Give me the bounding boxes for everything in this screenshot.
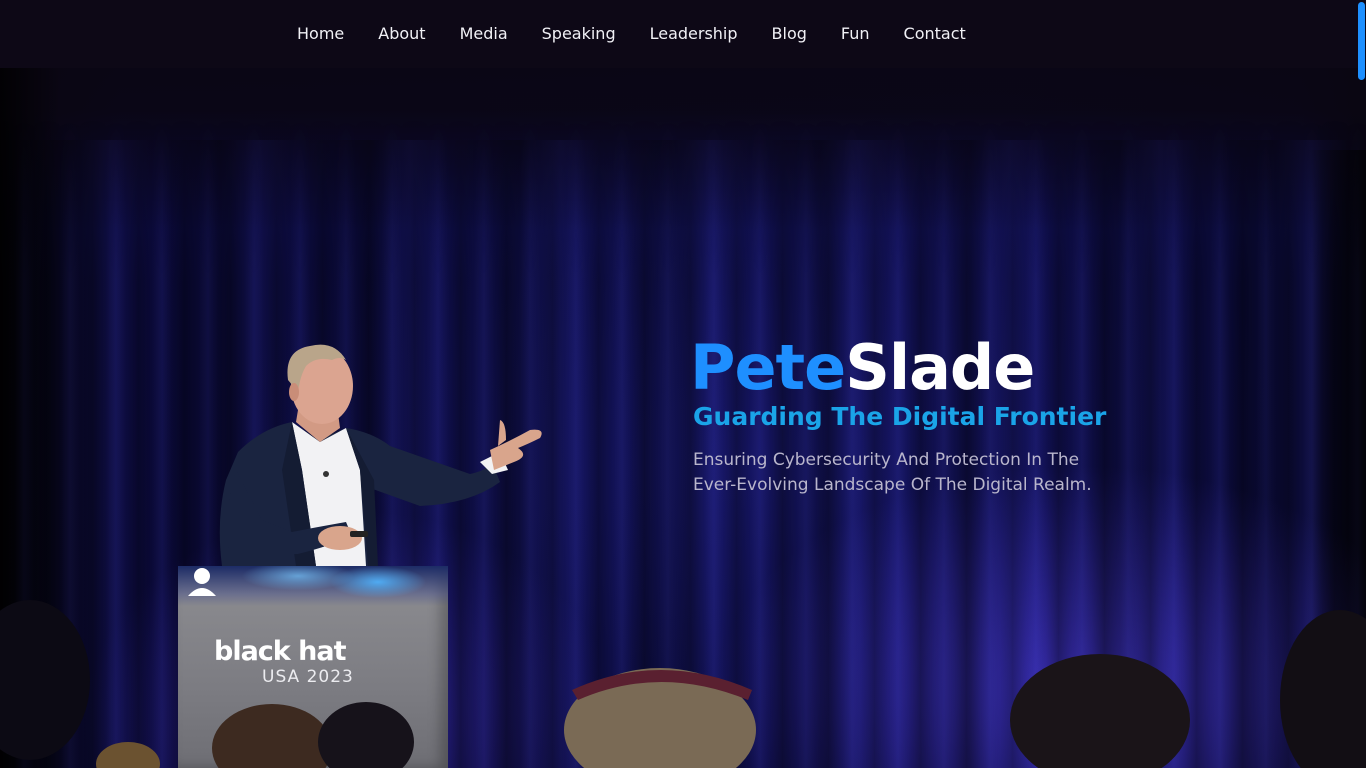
nav-link-media[interactable]: Media [443,24,525,43]
nav-link-contact[interactable]: Contact [887,24,983,43]
page: black hat USA 2023 Home About Media Spea… [0,0,1366,768]
nav-link-leadership[interactable]: Leadership [633,24,755,43]
hero-name-last: Slade [845,331,1035,404]
nav-link-fun[interactable]: Fun [824,24,887,43]
hero-text: PeteSlade Guarding The Digital Frontier … [690,330,1250,498]
nav-link-blog[interactable]: Blog [755,24,824,43]
hero-description: Ensuring Cybersecurity And Protection In… [693,450,1092,495]
top-navigation: Home About Media Speaking Leadership Blo… [0,0,1366,68]
nav-menu: Home About Media Speaking Leadership Blo… [280,22,983,46]
scrollbar-thumb[interactable] [1358,2,1365,80]
hero-name-first: Pete [690,331,846,404]
nav-link-speaking[interactable]: Speaking [525,24,633,43]
nav-link-about[interactable]: About [361,24,442,43]
hero-name: PeteSlade [690,330,1250,406]
nav-link-home[interactable]: Home [280,24,361,43]
hero-tagline: Guarding The Digital Frontier [693,402,1107,431]
